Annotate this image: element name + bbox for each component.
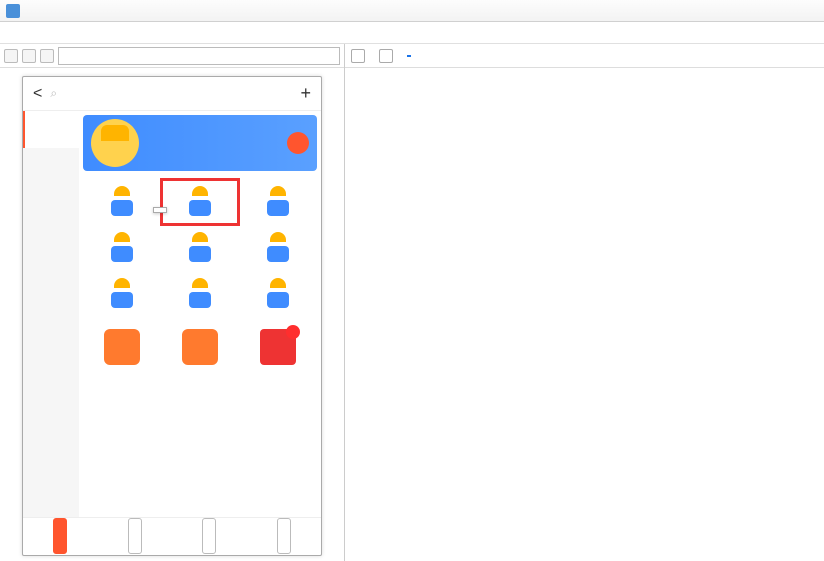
vtab-10[interactable]: [23, 480, 79, 517]
banner-image: [91, 119, 139, 167]
grid-cell-2[interactable]: [239, 179, 317, 225]
botnav-order[interactable]: [172, 518, 247, 555]
address-input[interactable]: [58, 47, 340, 65]
device-frame: < ⌕ +: [22, 76, 322, 556]
tab-elements[interactable]: [407, 55, 411, 57]
grid2-1[interactable]: [161, 325, 239, 371]
devtools-tabs: [345, 44, 824, 68]
vtab-7[interactable]: [23, 369, 79, 406]
grid2-2[interactable]: [239, 325, 317, 371]
vtab-recommend[interactable]: [23, 111, 79, 148]
redpacket-icon: [260, 329, 296, 365]
vtab-3[interactable]: [23, 222, 79, 259]
preview-pane: < ⌕ +: [0, 44, 345, 561]
vtab-8[interactable]: [23, 406, 79, 443]
bag-icon: [182, 329, 218, 365]
vtab-5[interactable]: [23, 296, 79, 333]
grid-cell-6[interactable]: [83, 271, 161, 317]
back-icon[interactable]: <: [33, 85, 42, 103]
house-icon: [104, 329, 140, 365]
devtools-pane: [345, 44, 824, 561]
grid-cell-3[interactable]: [83, 225, 161, 271]
inspect-icon[interactable]: [351, 49, 365, 63]
vtab-1[interactable]: [23, 148, 79, 185]
grid2-0[interactable]: [83, 325, 161, 371]
vtab-6[interactable]: [23, 332, 79, 369]
botnav-daojia[interactable]: [98, 518, 173, 555]
plus-icon[interactable]: +: [300, 83, 311, 104]
promo-banner[interactable]: [83, 115, 317, 171]
grid-cell-5[interactable]: [239, 225, 317, 271]
banner-button[interactable]: [287, 132, 309, 154]
grid-cell-0[interactable]: [83, 179, 161, 225]
vtab-2[interactable]: [23, 185, 79, 222]
dom-tree[interactable]: [345, 68, 824, 561]
search-icon: ⌕: [50, 86, 57, 101]
window-titlebar: [0, 0, 824, 22]
botnav-local[interactable]: [23, 518, 98, 555]
device-icon[interactable]: [379, 49, 393, 63]
address-bar: [0, 44, 344, 68]
bottom-nav: [23, 517, 321, 555]
nav-back-icon[interactable]: [4, 49, 18, 63]
nav-reload-icon[interactable]: [40, 49, 54, 63]
grid-cell-banjia[interactable]: [161, 179, 239, 225]
menubar: [0, 22, 824, 44]
grid-cell-8[interactable]: [239, 271, 317, 317]
daojia-grid: [83, 325, 317, 371]
size-tooltip: [153, 207, 167, 213]
hot-grid: [83, 179, 317, 317]
grid-cell-7[interactable]: [161, 271, 239, 317]
grid-cell-4[interactable]: [161, 225, 239, 271]
window-favicon: [6, 4, 20, 18]
vtab-4[interactable]: [23, 259, 79, 296]
vtab-9[interactable]: [23, 443, 79, 480]
category-tabs: [23, 111, 79, 517]
nav-fwd-icon[interactable]: [22, 49, 36, 63]
botnav-me[interactable]: [247, 518, 322, 555]
